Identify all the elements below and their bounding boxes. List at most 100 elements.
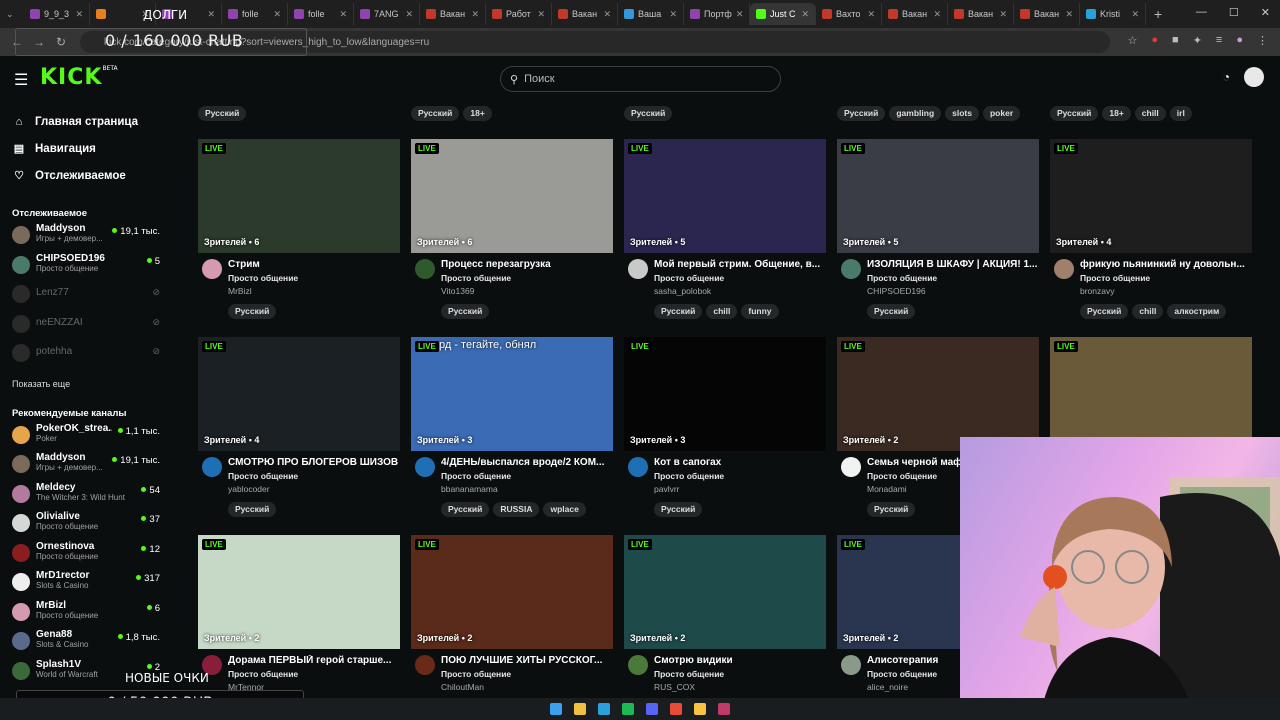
user-avatar[interactable] — [1244, 67, 1264, 87]
stream-tag[interactable]: gambling — [889, 106, 942, 121]
stream-title[interactable]: ИЗОЛЯЦИЯ В ШКАФУ | АКЦИЯ! 1... — [867, 259, 1039, 270]
sidebar-channel[interactable]: Meldecy The Witcher 3: Wild Hunt 54 — [0, 482, 172, 512]
browser-tab[interactable]: folle ✕ — [288, 3, 354, 25]
stream-card[interactable]: LIVE Зрителей • 2 Смотрю видики Просто обще… — [624, 535, 826, 692]
stream-card[interactable]: LIVE Зрителей • 2 ПОЮ ЛУЧШИЕ ХИТЫ РУССКОГ.… — [411, 535, 613, 692]
stream-title[interactable]: Процесс перезагрузка — [441, 259, 613, 270]
taskbar-app-icon[interactable] — [694, 703, 706, 715]
stream-thumbnail[interactable]: LIVE Зрителей • 6 — [411, 139, 613, 253]
maximize-icon[interactable]: ☐ — [1229, 6, 1239, 19]
stream-tag[interactable]: Русский — [411, 106, 460, 121]
sidebar-nav-item[interactable]: ⌂ Главная страница — [12, 108, 160, 135]
tab-close-icon[interactable]: ✕ — [1131, 9, 1139, 20]
sidebar-channel-offline[interactable]: Lenz77 ⊘ — [0, 282, 172, 312]
browser-tab[interactable]: Вакан ✕ — [1014, 3, 1080, 25]
stream-username[interactable]: RUS_COX — [654, 682, 826, 692]
channel-avatar[interactable] — [415, 259, 435, 279]
tab-close-icon[interactable]: ✕ — [801, 9, 809, 20]
tab-close-icon[interactable]: ✕ — [867, 9, 875, 20]
stream-title[interactable]: Мой первый стрим. Общение, в... — [654, 259, 826, 270]
extension-icon[interactable]: ■ — [1172, 34, 1179, 47]
channel-avatar[interactable] — [841, 655, 861, 675]
channel-avatar[interactable] — [628, 655, 648, 675]
stream-title[interactable]: Смотрю видики — [654, 655, 826, 666]
tab-list-dropdown-icon[interactable]: ⌄ — [6, 9, 24, 20]
profile-icon[interactable]: ● — [1236, 34, 1243, 47]
browser-tab[interactable]: Вакан ✕ — [552, 3, 618, 25]
browser-tab[interactable]: Just C ✕ — [750, 3, 816, 25]
stream-card[interactable]: LIVE Зрителей • 6 Процесс перезагрузка Прос… — [411, 139, 613, 319]
tab-close-icon[interactable]: ✕ — [471, 9, 479, 20]
bookmark-star-icon[interactable]: ☆ — [1128, 34, 1138, 47]
tab-close-icon[interactable]: ✕ — [75, 9, 83, 20]
sidebar-channel[interactable]: MrD1rector Slots & Casino 317 — [0, 570, 172, 600]
stream-thumbnail[interactable]: LIVE Зрителей • 3 — [624, 337, 826, 451]
stream-tag[interactable]: poker — [982, 106, 1021, 121]
stream-username[interactable]: bbananamama — [441, 484, 613, 494]
stream-tag[interactable]: 18+ — [463, 106, 492, 121]
stream-tag[interactable]: Русский — [228, 502, 277, 517]
hamburger-menu-icon[interactable]: ☰ — [14, 70, 28, 90]
new-tab-icon[interactable]: + — [1154, 6, 1162, 22]
sidebar-channel[interactable]: Gena88 Slots & Casino 1,8 тыс. — [0, 629, 172, 659]
stream-username[interactable]: sasha_polobok — [654, 286, 826, 296]
sidebar-channel-offline[interactable]: neENZZAI ⊘ — [0, 312, 172, 342]
stream-card[interactable]: LIVE Зрителей • 4 СМОТРЮ ПРО БЛОГЕРОВ ШИЗО… — [198, 337, 400, 517]
stream-card[interactable]: LIVE Зрителей • 2 Дорама ПЕРВЫЙ герой стар… — [198, 535, 400, 692]
sidebar-channel[interactable]: Maddyson Игры + демовер... 19,1 тыс. — [0, 223, 172, 253]
stream-title[interactable]: Кот в сапогах — [654, 457, 826, 468]
stream-tag[interactable]: irl — [1169, 106, 1192, 121]
stream-tag[interactable]: chill — [706, 304, 738, 319]
taskbar-app-icon[interactable] — [622, 703, 634, 715]
stream-title[interactable]: 4/ДЕНЬ/выспался вроде/2 КОМ... — [441, 457, 613, 468]
tab-close-icon[interactable]: ✕ — [339, 9, 347, 20]
browser-tab[interactable]: Вакан ✕ — [948, 3, 1014, 25]
stream-username[interactable]: Vito1369 — [441, 286, 613, 296]
stream-thumbnail[interactable]: LIVE Зрителей • 2 — [411, 535, 613, 649]
adblock-icon[interactable]: ● — [1151, 34, 1158, 47]
browser-tab[interactable]: 9_9_3 ✕ — [24, 3, 90, 25]
stream-thumbnail[interactable]: LIVE Зрителей • 5 — [624, 139, 826, 253]
stream-category[interactable]: Просто общение — [441, 669, 613, 679]
tab-close-icon[interactable]: ✕ — [405, 9, 413, 20]
browser-tab[interactable]: Ваша ✕ — [618, 3, 684, 25]
channel-avatar[interactable] — [415, 655, 435, 675]
stream-category[interactable]: Просто общение — [654, 471, 826, 481]
stream-thumbnail[interactable]: LIVE Зрителей • 2 — [624, 535, 826, 649]
stream-tag[interactable]: slots — [945, 106, 979, 121]
channel-avatar[interactable] — [415, 457, 435, 477]
stream-thumbnail[interactable]: LIVE Зрителей • 2 — [198, 535, 400, 649]
tab-close-icon[interactable]: ✕ — [273, 9, 281, 20]
search-input[interactable] — [524, 73, 765, 85]
channel-avatar[interactable] — [202, 457, 222, 477]
stream-title[interactable]: фрикую пьянинкий ну довольн... — [1080, 259, 1252, 270]
taskbar-app-icon[interactable] — [598, 703, 610, 715]
sidebar-channel[interactable]: Maddyson Игры + демовер... 19,1 тыс. — [0, 452, 172, 482]
stream-tag[interactable]: 18+ — [1102, 106, 1131, 121]
taskbar-app-icon[interactable] — [550, 703, 562, 715]
taskbar-app-icon[interactable] — [646, 703, 658, 715]
stream-card[interactable]: LIVE Зрителей • 5 ИЗОЛЯЦИЯ В ШКАФУ | АКЦИЯ… — [837, 139, 1039, 319]
tab-close-icon[interactable]: ✕ — [603, 9, 611, 20]
stream-username[interactable]: CHIPSOED196 — [867, 286, 1039, 296]
stream-card[interactable]: LIVE Зрителей • 3 Кот в сапогах Просто обще… — [624, 337, 826, 517]
taskbar-app-icon[interactable] — [670, 703, 682, 715]
playlist-icon[interactable]: ≡ — [1216, 34, 1222, 47]
notifications-icon[interactable]: ◔ — [1223, 70, 1230, 84]
kick-logo[interactable]: KICKBETA — [40, 65, 118, 90]
channel-avatar[interactable] — [628, 259, 648, 279]
stream-category[interactable]: Просто общение — [654, 273, 826, 283]
sidebar-channel[interactable]: Ornestinova Просто общение 12 — [0, 541, 172, 571]
stream-category[interactable]: Просто общение — [654, 669, 826, 679]
stream-card[interactable]: LIVE Зрителей • 4 фрикую пьянинкий ну дово… — [1050, 139, 1252, 319]
tab-close-icon[interactable]: ✕ — [669, 9, 677, 20]
stream-card[interactable]: LIVE Зрителей • 6 Стрим Просто общение MrBiz… — [198, 139, 400, 319]
sidebar-channel[interactable]: MrBizl Просто общение 6 — [0, 600, 172, 630]
stream-tag[interactable]: chill — [1132, 304, 1164, 319]
stream-card[interactable]: LIVE Зрителей • 5 Мой первый стрим. Общени… — [624, 139, 826, 319]
stream-title[interactable]: Дорама ПЕРВЫЙ герой старше... — [228, 655, 400, 666]
stream-tag[interactable]: Русский — [654, 304, 703, 319]
browser-tab[interactable]: folle ✕ — [222, 3, 288, 25]
sidebar-channel[interactable]: PokerOK_strea... Poker 1,1 тыс. — [0, 423, 172, 453]
show-more-link[interactable]: Показать еще — [0, 371, 172, 397]
